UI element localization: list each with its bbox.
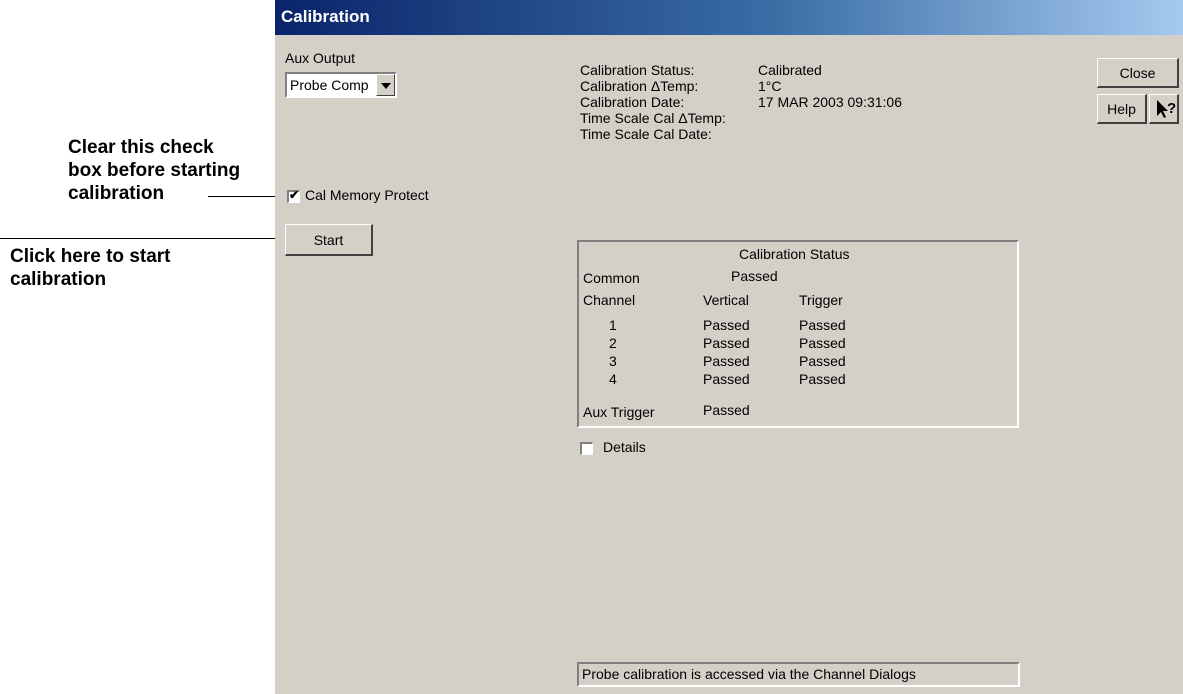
channel-number: 3	[609, 353, 617, 369]
window-title: Calibration	[281, 7, 370, 26]
whats-this-icon: ?	[1157, 100, 1176, 118]
whats-this-help-button[interactable]: ?	[1149, 94, 1179, 124]
annotation-line: box before starting	[68, 160, 241, 181]
calibration-dtemp-value: 1°C	[758, 78, 782, 94]
cal-memory-protect-label[interactable]: Cal Memory Protect	[305, 187, 429, 203]
aux-output-selected: Probe Comp	[290, 77, 369, 93]
vertical-header: Vertical	[703, 292, 749, 308]
annotation-line: calibration	[68, 183, 165, 204]
checkmark-icon: ✔	[289, 188, 300, 202]
aux-output-dropdown[interactable]: Probe Comp	[285, 72, 397, 98]
calibration-status-value: Calibrated	[758, 62, 822, 78]
trigger-header: Trigger	[799, 292, 843, 308]
annotation-clear-checkbox: Clear this check box before starting cal…	[68, 136, 240, 205]
channel-number: 2	[609, 335, 617, 351]
help-button[interactable]: Help	[1097, 94, 1147, 124]
calibration-date-label: Calibration Date:	[580, 94, 685, 110]
annotation-line: calibration	[10, 269, 107, 290]
aux-trigger-value: Passed	[703, 402, 750, 418]
aux-trigger-label: Aux Trigger	[583, 404, 655, 420]
vertical-result: Passed	[703, 317, 750, 333]
channel-header: Channel	[583, 292, 636, 308]
annotation-line: Click here to start	[10, 246, 171, 267]
vertical-result: Passed	[703, 353, 750, 369]
cal-memory-protect-checkbox[interactable]: ✔	[287, 188, 300, 203]
trigger-result: Passed	[799, 317, 846, 333]
common-label: Common	[583, 270, 640, 286]
time-scale-date-label: Time Scale Cal Date:	[580, 126, 712, 142]
trigger-result: Passed	[799, 371, 846, 387]
trigger-result: Passed	[799, 335, 846, 351]
start-button[interactable]: Start	[285, 224, 373, 256]
close-button[interactable]: Close	[1097, 58, 1179, 88]
details-label[interactable]: Details	[603, 439, 646, 455]
channel-number: 4	[609, 371, 617, 387]
svg-text:?: ?	[1167, 100, 1176, 117]
status-bar: Probe calibration is accessed via the Ch…	[577, 662, 1020, 687]
vertical-result: Passed	[703, 371, 750, 387]
calibration-dialog: Calibration Aux Output Probe Comp ✔ Cal …	[275, 0, 1183, 694]
chevron-down-icon	[381, 83, 391, 89]
calibration-date-value: 17 MAR 2003 09:31:06	[758, 94, 902, 110]
channel-number: 1	[609, 317, 617, 333]
calibration-dtemp-label: Calibration ΔTemp:	[580, 78, 699, 94]
dropdown-arrow-button[interactable]	[376, 74, 395, 96]
annotation-leader-line	[0, 238, 284, 239]
status-message: Probe calibration is accessed via the Ch…	[582, 666, 916, 682]
vertical-result: Passed	[703, 335, 750, 351]
trigger-result: Passed	[799, 353, 846, 369]
annotation-leader-line	[208, 196, 282, 197]
calibration-status-label: Calibration Status:	[580, 62, 695, 78]
status-box-title: Calibration Status	[739, 246, 850, 262]
calibration-status-box: Calibration Status Common Passed Channel…	[577, 240, 1019, 428]
common-value: Passed	[731, 268, 778, 284]
details-checkbox[interactable]	[580, 442, 593, 455]
aux-output-label: Aux Output	[285, 50, 356, 66]
time-scale-dtemp-label: Time Scale Cal ΔTemp:	[580, 110, 726, 126]
title-bar: Calibration	[275, 0, 1183, 35]
annotation-start-calibration: Click here to start calibration	[10, 245, 171, 291]
annotation-line: Clear this check	[68, 137, 214, 158]
